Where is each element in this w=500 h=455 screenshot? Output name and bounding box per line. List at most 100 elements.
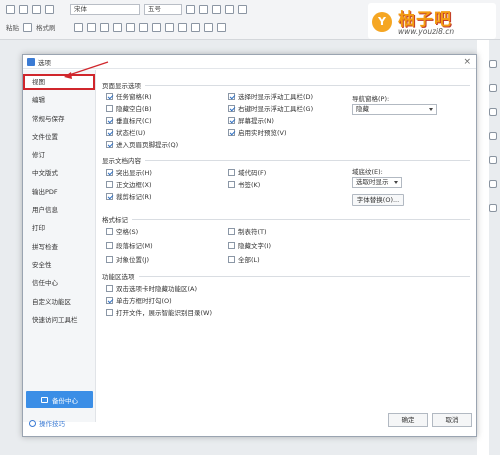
checkbox-smart-toc[interactable]: 打开文件，展示智能识别目录(W)	[106, 307, 212, 317]
checkbox-all-marks[interactable]: 全部(L)	[228, 254, 260, 264]
side-tool-select-icon[interactable]	[489, 60, 497, 68]
close-icon[interactable]: ×	[463, 57, 471, 67]
highlight-icon[interactable]	[164, 22, 174, 32]
underline-icon[interactable]	[99, 22, 109, 32]
italic-icon[interactable]	[86, 22, 96, 32]
checkbox-box[interactable]	[106, 92, 113, 100]
nav-item-view[interactable]: 视图	[23, 74, 95, 90]
checkbox-box[interactable]	[228, 92, 235, 100]
char-shading-icon[interactable]	[177, 22, 187, 32]
checkbox-tabs[interactable]: 制表符(T)	[228, 226, 267, 236]
border-char-icon[interactable]	[238, 5, 247, 14]
checkbox-field-codes[interactable]: 域代码(F)	[228, 167, 266, 177]
checkbox-box[interactable]	[106, 116, 113, 124]
checkbox-box[interactable]	[228, 255, 235, 263]
checkbox-box[interactable]	[106, 296, 113, 304]
checkbox-vertical-ruler[interactable]: 垂直标尺(C)	[106, 115, 152, 125]
nav-item-revision[interactable]: 修订	[23, 147, 95, 163]
checkbox-box[interactable]	[228, 227, 235, 235]
copy-icon[interactable]	[19, 5, 28, 14]
checkbox-paragraph-marks[interactable]: 段落标记(M)	[106, 240, 153, 250]
checkbox-box[interactable]	[228, 168, 235, 176]
nav-item-edit[interactable]: 编辑	[23, 92, 95, 108]
checkbox-box[interactable]	[106, 227, 113, 235]
checkbox-screen-tips[interactable]: 屏幕提示(N)	[228, 115, 274, 125]
align-center-icon[interactable]	[203, 22, 213, 32]
checkbox-task-pane[interactable]: 任务窗格(R)	[106, 91, 152, 101]
checkbox-bookmarks[interactable]: 书签(K)	[228, 179, 260, 189]
checkbox-box[interactable]	[106, 308, 113, 316]
checkbox-dblclick-hide-ribbon[interactable]: 双击选项卡时隐藏功能区(A)	[106, 283, 197, 293]
side-tool-list-icon[interactable]	[489, 180, 497, 188]
side-tool-pen-icon[interactable]	[489, 84, 497, 92]
checkbox-hidden-text[interactable]: 隐藏文字(I)	[228, 240, 271, 250]
checkbox-box[interactable]	[106, 180, 113, 188]
field-shading-select[interactable]: 选取时显示	[352, 177, 402, 188]
checkbox-box[interactable]	[228, 104, 235, 112]
cancel-button[interactable]: 取消	[432, 413, 472, 427]
checkbox-box[interactable]	[106, 192, 113, 200]
nav-item-spell-check[interactable]: 拼写检查	[23, 239, 95, 255]
checkbox-float-toolbar-rightclick[interactable]: 右键时显示浮动工具栏(G)	[228, 103, 313, 113]
checkbox-box[interactable]	[228, 180, 235, 188]
checkbox-box[interactable]	[106, 128, 113, 136]
checkbox-box[interactable]	[228, 241, 235, 249]
checkbox-text-border[interactable]: 正文边框(X)	[106, 179, 152, 189]
align-left-icon[interactable]	[190, 22, 200, 32]
nav-item-customize-ribbon[interactable]: 自定义功能区	[23, 294, 95, 310]
side-tool-settings-icon[interactable]	[489, 204, 497, 212]
checkbox-box[interactable]	[106, 168, 113, 176]
superscript-icon[interactable]	[125, 22, 135, 32]
checkbox-box[interactable]	[106, 241, 113, 249]
checkbox-box[interactable]	[106, 140, 113, 148]
backup-center-button[interactable]: 备份中心	[26, 391, 93, 408]
checkbox-hide-blank[interactable]: 隐藏空白(B)	[106, 103, 152, 113]
nav-item-security[interactable]: 安全性	[23, 257, 95, 273]
checkbox-highlight[interactable]: 突出显示(H)	[106, 167, 152, 177]
format-painter-button[interactable]: 格式刷	[36, 22, 56, 32]
dialog-titlebar[interactable]: 选项	[23, 55, 476, 69]
side-tool-shape-icon[interactable]	[489, 108, 497, 116]
checkbox-box[interactable]	[228, 128, 235, 136]
align-right-icon[interactable]	[216, 22, 226, 32]
checkbox-box[interactable]	[106, 255, 113, 263]
clear-format-icon[interactable]	[212, 5, 221, 14]
scissors-icon[interactable]	[6, 5, 15, 14]
subscript-icon[interactable]	[138, 22, 148, 32]
ok-button[interactable]: 确定	[388, 413, 428, 427]
nav-item-quick-access[interactable]: 快速访问工具栏	[23, 312, 95, 328]
nav-item-chinese-layout[interactable]: 中文版式	[23, 165, 95, 181]
checkbox-status-bar[interactable]: 状态栏(U)	[106, 127, 145, 137]
nav-item-general-save[interactable]: 常规与保存	[23, 111, 95, 127]
font-name-select[interactable]: 宋体	[70, 4, 140, 15]
checkbox-box[interactable]	[106, 284, 113, 292]
checkbox-box[interactable]	[106, 104, 113, 112]
side-tool-share-icon[interactable]	[489, 156, 497, 164]
strikethrough-icon[interactable]	[112, 22, 122, 32]
font-size-select[interactable]: 五号	[144, 4, 182, 15]
nav-item-trust-center[interactable]: 信任中心	[23, 275, 95, 291]
nav-item-export-pdf[interactable]: 输出PDF	[23, 184, 95, 200]
redo-icon[interactable]	[45, 5, 54, 14]
nav-item-user-info[interactable]: 用户信息	[23, 202, 95, 218]
nav-item-file-location[interactable]: 文件位置	[23, 129, 95, 145]
checkbox-object-anchors[interactable]: 对象位置(J)	[106, 254, 149, 264]
checkbox-live-preview[interactable]: 启用实时预览(V)	[228, 127, 287, 137]
nav-item-print[interactable]: 打印	[23, 220, 95, 236]
paste-icon[interactable]	[23, 22, 32, 32]
nav-pane-select[interactable]: 隐藏	[352, 104, 437, 115]
tips-link[interactable]: 操作技巧	[29, 418, 65, 428]
checkbox-crop-marks[interactable]: 裁剪标记(R)	[106, 191, 152, 201]
checkbox-spaces[interactable]: 空格(S)	[106, 226, 138, 236]
checkbox-box[interactable]	[228, 116, 235, 124]
checkbox-click-to-check[interactable]: 单击方框时打勾(O)	[106, 295, 172, 305]
bold-icon[interactable]	[73, 22, 83, 32]
paste-button[interactable]: 粘贴	[6, 22, 19, 32]
checkbox-float-toolbar-select[interactable]: 选择时显示浮动工具栏(D)	[228, 91, 313, 101]
checkbox-header-footer-tip[interactable]: 进入页眉页脚提示(Q)	[106, 139, 178, 149]
side-tool-help-icon[interactable]	[489, 132, 497, 140]
shrink-font-icon[interactable]	[199, 5, 208, 14]
undo-icon[interactable]	[32, 5, 41, 14]
pinyin-icon[interactable]	[225, 5, 234, 14]
font-color-icon[interactable]	[151, 22, 161, 32]
